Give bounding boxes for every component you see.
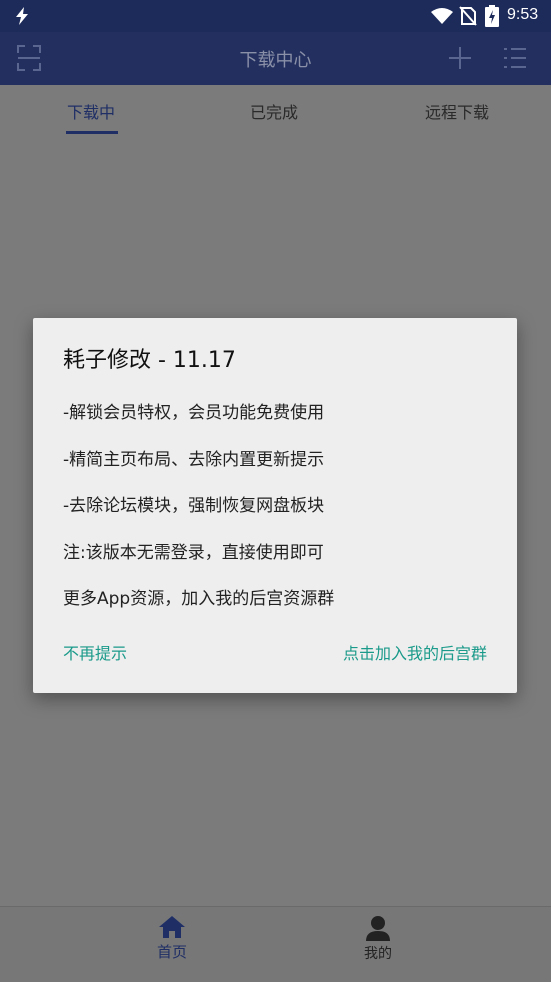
dialog-line: -去除论坛模块，强制恢复网盘板块 bbox=[63, 496, 325, 516]
add-icon[interactable] bbox=[447, 45, 473, 71]
battery-charging-icon bbox=[485, 5, 499, 27]
home-icon bbox=[159, 916, 185, 938]
lightning-bolt-icon bbox=[16, 7, 28, 25]
tab-downloading[interactable]: 下载中 bbox=[67, 99, 115, 123]
nav-home[interactable]: 首页 bbox=[132, 915, 212, 962]
app-bar: 下载中心 bbox=[0, 32, 551, 85]
dialog-line: -精简主页布局、去除内置更新提示 bbox=[63, 450, 325, 470]
notice-dialog: 耗子修改 - 11.17 -解锁会员特权，会员功能免费使用 -精简主页布局、去除… bbox=[33, 318, 517, 693]
person-icon bbox=[366, 916, 390, 941]
tab-completed[interactable]: 已完成 bbox=[250, 99, 298, 123]
list-menu-icon[interactable] bbox=[503, 45, 527, 71]
no-sim-icon bbox=[459, 6, 477, 26]
nav-me[interactable]: 我的 bbox=[338, 915, 418, 963]
join-group-button[interactable]: 点击加入我的后宫群 bbox=[343, 640, 487, 664]
status-bar: 9:53 bbox=[0, 0, 551, 32]
dont-show-again-button[interactable]: 不再提示 bbox=[63, 640, 127, 664]
tab-bar: 下载中 已完成 远程下载 bbox=[0, 85, 551, 135]
active-tab-indicator bbox=[66, 131, 118, 134]
dialog-title: 耗子修改 - 11.17 bbox=[63, 348, 236, 373]
nav-home-label: 首页 bbox=[156, 943, 187, 961]
nav-me-label: 我的 bbox=[364, 946, 392, 962]
dialog-line: 更多App资源，加入我的后宫资源群 bbox=[63, 589, 335, 609]
bottom-nav: 首页 我的 bbox=[0, 906, 551, 982]
clock: 9:53 bbox=[507, 6, 539, 23]
tab-remote-download[interactable]: 远程下载 bbox=[425, 99, 489, 123]
dialog-line: -解锁会员特权，会员功能免费使用 bbox=[63, 403, 325, 423]
dialog-line: 注:该版本无需登录，直接使用即可 bbox=[63, 543, 324, 563]
wifi-icon bbox=[431, 8, 453, 24]
